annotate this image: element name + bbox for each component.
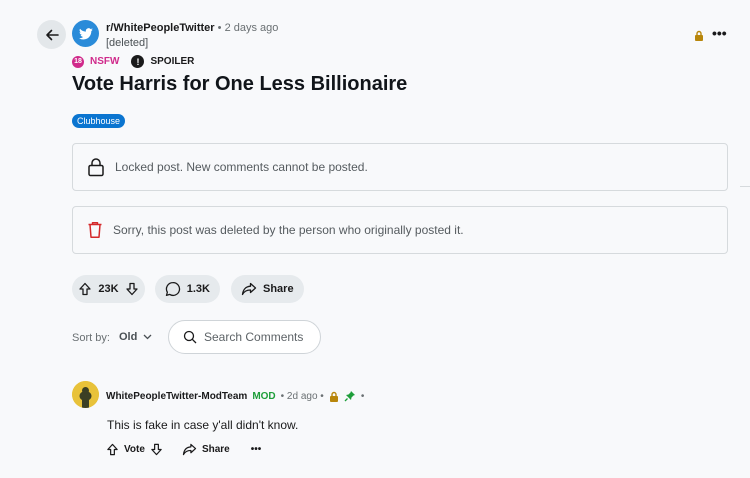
post-author: [deleted] [106, 37, 149, 49]
post-more-button[interactable]: ••• [712, 25, 727, 41]
share-icon [241, 282, 257, 296]
comment-share-button[interactable]: Share [182, 443, 230, 456]
share-button[interactable]: Share [231, 275, 304, 303]
post-time: • 2 days ago [217, 22, 279, 34]
search-icon [183, 330, 197, 344]
comment-author[interactable]: WhitePeopleTwitter-ModTeam [106, 391, 247, 402]
pin-icon [344, 391, 355, 402]
share-icon [182, 443, 197, 456]
comment-body: This is fake in case y'all didn't know. [107, 418, 299, 432]
trash-icon [87, 221, 103, 239]
spoiler-tag: SPOILER [150, 56, 195, 67]
comment-count: 1.3K [186, 283, 210, 295]
nsfw-badge-icon: 18 [72, 55, 84, 68]
spoiler-badge-icon: ! [131, 55, 145, 68]
bird-icon [78, 27, 93, 39]
chevron-down-icon [143, 334, 152, 340]
subreddit-line: r/WhitePeopleTwitter • 2 days ago [106, 22, 278, 34]
vote-bar: 23K [72, 275, 145, 303]
deleted-notice-text: Sorry, this post was deleted by the pers… [113, 223, 464, 237]
vote-label: Vote [124, 444, 145, 455]
upvote-count: 23K [98, 283, 119, 295]
post-flair[interactable]: Clubhouse [72, 114, 126, 128]
mod-badge: MOD [252, 390, 276, 402]
comment-vote: Vote [106, 443, 163, 456]
comment-search[interactable] [168, 320, 321, 354]
share-label: Share [263, 283, 294, 295]
comment-meta-dot: • [360, 390, 365, 402]
comment-more-button[interactable]: ••• [251, 444, 262, 455]
locked-notice: Locked post. New comments cannot be post… [72, 143, 728, 191]
subreddit-avatar[interactable] [72, 20, 99, 47]
downvote-icon[interactable] [150, 443, 163, 456]
comment-bubble-icon [165, 281, 181, 297]
comment-actions: Vote Share ••• [106, 443, 261, 456]
divider [740, 186, 750, 187]
snoo-avatar-icon [72, 381, 99, 408]
lock-icon [329, 391, 338, 402]
sort-dropdown[interactable]: Old [119, 331, 152, 343]
post-title: Vote Harris for One Less Billionaire [72, 73, 408, 95]
back-button[interactable] [37, 20, 66, 49]
sort-label: Sort by: [72, 332, 110, 344]
comments-button[interactable]: 1.3K [155, 275, 220, 303]
comment-share-label: Share [201, 444, 230, 455]
nsfw-tag: NSFW [90, 56, 120, 67]
upvote-icon[interactable] [106, 443, 119, 456]
sort-value: Old [119, 331, 138, 343]
deleted-notice: Sorry, this post was deleted by the pers… [72, 206, 728, 254]
search-comments-input[interactable] [204, 330, 314, 344]
downvote-icon[interactable] [125, 282, 139, 296]
comment-header: WhitePeopleTwitter-ModTeam MOD • 2d ago … [106, 390, 364, 402]
post-tags: 18 NSFW ! SPOILER [72, 55, 194, 68]
avatar[interactable] [72, 381, 99, 408]
arrow-left-icon [45, 29, 59, 40]
lock-outline-icon [87, 157, 105, 177]
comment-time: • 2d ago • [280, 390, 324, 402]
subreddit-name[interactable]: r/WhitePeopleTwitter [106, 22, 215, 34]
lock-icon [694, 28, 704, 46]
locked-notice-text: Locked post. New comments cannot be post… [115, 160, 368, 174]
upvote-icon[interactable] [78, 282, 92, 296]
